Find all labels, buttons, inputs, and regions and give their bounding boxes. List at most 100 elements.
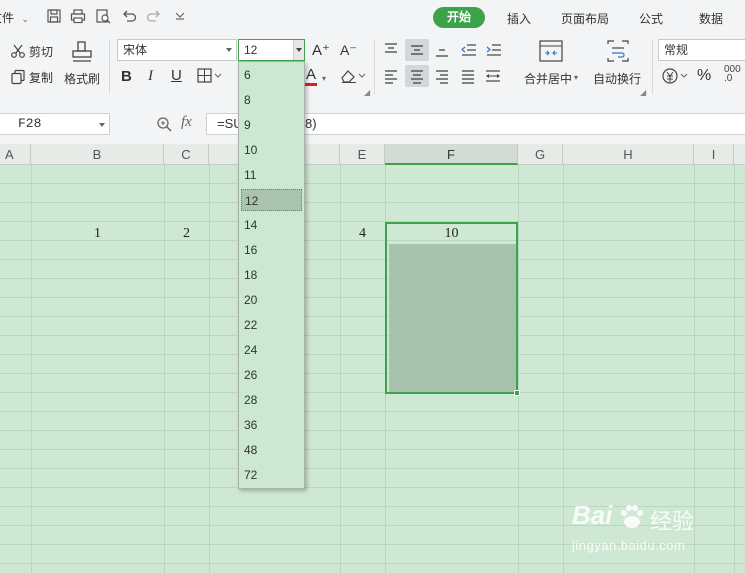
distributed-align-icon[interactable] bbox=[484, 68, 502, 84]
column-header-h[interactable]: H bbox=[563, 144, 694, 165]
font-size-option[interactable]: 48 bbox=[241, 439, 302, 461]
wrap-text-button[interactable]: 自动换行 bbox=[589, 38, 647, 90]
cut-label: 剪切 bbox=[29, 45, 54, 59]
font-color-button[interactable]: A ▾ bbox=[305, 66, 329, 88]
justify-icon[interactable] bbox=[460, 68, 476, 84]
font-size-option[interactable]: 36 bbox=[241, 414, 302, 436]
font-size-option[interactable]: 18 bbox=[241, 264, 302, 286]
increase-font-button[interactable]: A⁺ bbox=[312, 41, 330, 59]
divider bbox=[109, 40, 110, 94]
font-size-option[interactable]: 10 bbox=[241, 139, 302, 161]
column-header-b[interactable]: B bbox=[31, 144, 164, 165]
column-header-a[interactable]: A bbox=[0, 144, 31, 165]
brush-icon bbox=[72, 41, 92, 62]
font-size-option[interactable]: 22 bbox=[241, 314, 302, 336]
font-size-option[interactable]: 8 bbox=[241, 89, 302, 111]
font-size-option[interactable]: 24 bbox=[241, 339, 302, 361]
row-gridline bbox=[0, 202, 745, 203]
align-left-icon[interactable] bbox=[383, 68, 399, 84]
save-icon[interactable] bbox=[46, 8, 62, 24]
align-center-icon[interactable] bbox=[409, 68, 425, 84]
divider bbox=[374, 40, 375, 94]
underline-button[interactable]: U bbox=[171, 67, 182, 84]
row-gridline bbox=[0, 354, 745, 355]
font-size-option[interactable]: 16 bbox=[241, 239, 302, 261]
decrease-font-button[interactable]: A⁻ bbox=[340, 42, 357, 59]
font-size-select[interactable]: 12 bbox=[238, 39, 305, 61]
font-size-option[interactable]: 72 bbox=[241, 464, 302, 486]
row-gridline bbox=[0, 392, 745, 393]
alignment-dialog-launcher-icon[interactable]: ◢ bbox=[640, 88, 646, 97]
format-painter-label: 格式刷 bbox=[64, 72, 101, 86]
copy-icon bbox=[11, 69, 25, 85]
decrease-indent-icon[interactable] bbox=[460, 42, 478, 58]
align-bottom-icon[interactable] bbox=[434, 42, 450, 58]
tab-home[interactable]: 开始 bbox=[433, 7, 485, 28]
font-size-option[interactable]: 6 bbox=[241, 64, 302, 86]
italic-button[interactable]: I bbox=[148, 68, 153, 85]
fill-handle[interactable] bbox=[514, 390, 520, 396]
tab-data[interactable]: 数据 bbox=[699, 10, 723, 27]
column-gridline bbox=[734, 165, 735, 573]
row-gridline bbox=[0, 259, 745, 260]
font-size-option[interactable]: 12 bbox=[241, 189, 302, 211]
watermark-brand-suffix: 经验 bbox=[650, 509, 695, 534]
clear-format-button[interactable] bbox=[339, 68, 367, 84]
cut-button[interactable]: 剪切 bbox=[10, 42, 58, 60]
cell-b-value[interactable]: 1 bbox=[31, 222, 164, 246]
undo-icon[interactable] bbox=[121, 8, 137, 24]
column-header-c[interactable]: C bbox=[164, 144, 209, 165]
file-menu[interactable]: 文件 ⌄ bbox=[0, 9, 29, 26]
font-size-option[interactable]: 11 bbox=[241, 164, 302, 186]
menu-bar: 文件 ⌄ 开始 插入 页面布局 公式 数据 bbox=[0, 0, 745, 34]
tab-page-layout[interactable]: 页面布局 bbox=[561, 10, 609, 27]
cell-c-value[interactable]: 2 bbox=[164, 222, 209, 246]
font-size-option[interactable]: 9 bbox=[241, 114, 302, 136]
column-gridline bbox=[518, 165, 519, 573]
column-header-f[interactable]: F bbox=[385, 144, 518, 165]
tab-insert[interactable]: 插入 bbox=[507, 10, 531, 27]
font-name-select[interactable]: 宋体 bbox=[117, 39, 237, 61]
increase-indent-icon[interactable] bbox=[485, 42, 503, 58]
name-box[interactable]: F28 bbox=[0, 113, 110, 135]
thousands-separator-icon[interactable]: 000.0 bbox=[724, 65, 741, 84]
column-header-g[interactable]: G bbox=[518, 144, 563, 165]
print-preview-icon[interactable] bbox=[95, 8, 111, 24]
align-middle-icon[interactable] bbox=[409, 42, 425, 58]
row-gridline bbox=[0, 316, 745, 317]
zoom-search-icon[interactable] bbox=[156, 116, 174, 134]
font-size-dropdown-list: 6 8 9 10 11 12 14 16 18 20 22 24 26 28 36 48 72 bbox=[238, 61, 305, 489]
chevron-down-icon: ▾ bbox=[322, 74, 327, 83]
format-painter-button[interactable]: 格式刷 bbox=[62, 38, 102, 88]
font-dialog-launcher-icon[interactable]: ◢ bbox=[364, 88, 370, 97]
column-gridline bbox=[209, 165, 210, 573]
font-size-option[interactable]: 26 bbox=[241, 364, 302, 386]
column-header-i[interactable]: I bbox=[694, 144, 734, 165]
align-right-icon[interactable] bbox=[434, 68, 450, 84]
tab-formulas[interactable]: 公式 bbox=[639, 10, 663, 27]
insert-function-button[interactable]: fx bbox=[181, 114, 192, 131]
currency-format-icon[interactable] bbox=[662, 67, 690, 85]
align-top-icon[interactable] bbox=[383, 42, 399, 58]
borders-button[interactable] bbox=[197, 68, 223, 84]
paw-logo-icon bbox=[621, 505, 643, 528]
column-header-e[interactable]: E bbox=[340, 144, 385, 165]
row-gridline bbox=[0, 297, 745, 298]
cell-selection-range[interactable]: 10 bbox=[385, 222, 518, 394]
bold-button[interactable]: B bbox=[121, 68, 132, 85]
copy-button[interactable]: 复制 bbox=[10, 68, 58, 86]
font-size-option[interactable]: 20 bbox=[241, 289, 302, 311]
font-size-dropdown-toggle[interactable] bbox=[293, 40, 304, 60]
font-size-option[interactable]: 28 bbox=[241, 389, 302, 411]
number-format-select[interactable]: 常规 bbox=[658, 39, 745, 61]
font-size-option[interactable]: 14 bbox=[241, 214, 302, 236]
redo-icon[interactable] bbox=[146, 8, 162, 24]
row-gridline bbox=[0, 411, 745, 412]
customize-quick-access-icon[interactable] bbox=[172, 8, 188, 24]
cell-e-value[interactable]: 4 bbox=[340, 222, 385, 246]
merge-center-label: 合并居中 bbox=[524, 72, 573, 86]
print-icon[interactable] bbox=[70, 8, 86, 24]
merge-center-button[interactable]: 合并居中 ▾ bbox=[520, 38, 582, 90]
percent-format-button[interactable]: % bbox=[697, 67, 711, 85]
row-gridline bbox=[0, 335, 745, 336]
